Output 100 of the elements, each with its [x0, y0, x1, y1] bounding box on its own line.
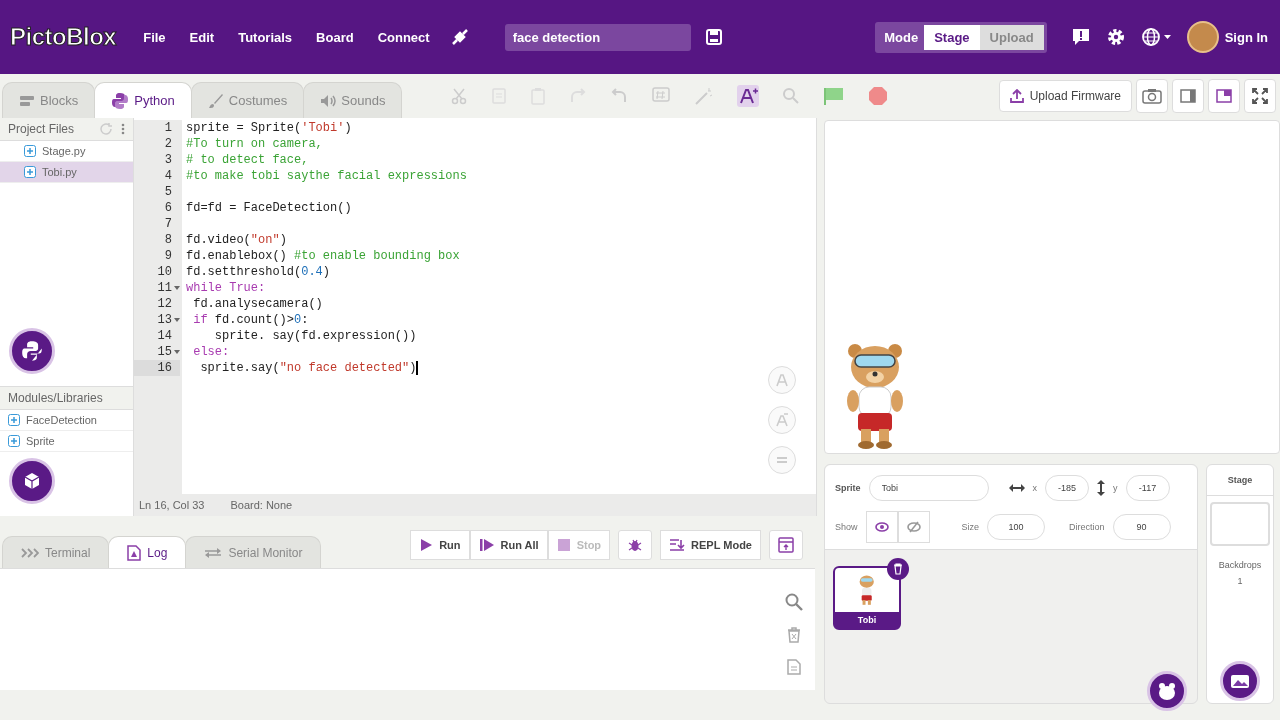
python-icon — [111, 91, 130, 110]
menu-item[interactable]: Tutorials — [233, 29, 298, 45]
font-smaller-icon — [775, 413, 789, 427]
font-larger-icon — [775, 373, 789, 387]
module-icon — [8, 435, 20, 447]
module-icon — [8, 414, 20, 426]
modules-title: Modules/Libraries — [8, 391, 104, 405]
delete-button[interactable] — [887, 558, 909, 580]
code-line: fd=fd = FaceDetection() — [186, 201, 352, 215]
upload-firmware-button[interactable]: Upload Firmware — [998, 80, 1132, 112]
chevrons-icon — [21, 547, 39, 558]
line-number: 13 — [157, 313, 172, 327]
module-entry[interactable]: Sprite — [0, 431, 133, 452]
line-number: 12 — [157, 297, 172, 311]
menu-item[interactable]: File — [138, 29, 171, 45]
panel-icon — [778, 537, 794, 553]
python-icon — [21, 340, 43, 362]
code-line: sprite. say(fd.expression()) — [213, 329, 417, 343]
large-stage-button[interactable] — [1208, 79, 1240, 113]
font-size-icon[interactable] — [737, 85, 759, 107]
project-files-title: Project Files — [8, 122, 76, 136]
size-label: Size — [961, 522, 980, 532]
sprite-name: Tobi — [835, 612, 899, 628]
repl-mode-button[interactable]: REPL Mode — [660, 530, 761, 560]
extension-button[interactable] — [9, 458, 55, 504]
sign-in-button[interactable]: Sign In — [1224, 29, 1268, 45]
line-number: 9 — [164, 249, 172, 263]
direction-label: Direction — [1069, 522, 1105, 532]
backdrop-thumbnail[interactable] — [1210, 502, 1270, 546]
cube-icon — [22, 471, 42, 491]
code-line: fd.video("on") — [186, 233, 287, 247]
trash-icon — [893, 563, 903, 575]
trash-icon[interactable] — [787, 627, 801, 643]
line-number: 10 — [157, 265, 172, 279]
app-logo[interactable]: PictoBlox — [10, 23, 117, 51]
panel-toggle-button[interactable] — [769, 530, 803, 560]
direction-field[interactable]: 90 — [1112, 514, 1171, 540]
sprite-thumbnail[interactable]: Tobi — [833, 566, 901, 630]
play-all-icon — [478, 538, 495, 552]
show-button[interactable] — [865, 511, 898, 543]
debug-button[interactable] — [618, 530, 653, 560]
bug-icon — [628, 538, 643, 552]
line-number: 16 — [157, 361, 172, 375]
console-tab[interactable]: Log — [108, 536, 187, 568]
line-number: 7 — [164, 217, 172, 231]
line-number: 5 — [164, 185, 172, 199]
add-backdrop-button[interactable] — [1220, 661, 1260, 701]
python-add-button[interactable] — [9, 328, 55, 374]
large-stage-icon — [1216, 89, 1232, 103]
project-name-field[interactable]: face detection — [504, 23, 691, 51]
save-icon[interactable] — [704, 28, 723, 46]
hide-button[interactable] — [897, 511, 930, 543]
board-status: Board: None — [230, 499, 293, 511]
module-entry[interactable]: FaceDetection — [0, 410, 133, 431]
line-number: 8 — [164, 233, 172, 247]
cursor-position: Ln 16, Col 33 — [139, 499, 205, 511]
camera-icon — [1142, 88, 1162, 104]
x-field[interactable]: -185 — [1045, 475, 1089, 501]
document-icon[interactable] — [787, 659, 801, 675]
avatar[interactable] — [1186, 21, 1219, 53]
script-icon — [24, 166, 36, 178]
size-field[interactable]: 100 — [987, 514, 1046, 540]
eye-slash-icon — [906, 521, 921, 533]
editor-tab[interactable]: Python — [94, 82, 192, 118]
fold-arrow-icon[interactable] — [174, 350, 180, 354]
menu-item[interactable]: Board — [311, 29, 359, 45]
equals-icon — [775, 455, 789, 465]
mode-toggle[interactable]: Stage — [924, 24, 980, 50]
script-icon — [24, 145, 36, 157]
sprite-name-field[interactable]: Tobi — [868, 475, 989, 501]
fullscreen-button[interactable] — [1244, 79, 1276, 113]
code-line: fd.setthreshold(0.4) — [186, 265, 331, 279]
run-control-button[interactable]: Run All — [469, 530, 548, 560]
stop-sign-icon[interactable] — [868, 86, 888, 106]
language-icon[interactable] — [1140, 27, 1173, 47]
code-line: #to make tobi saythe facial expressions — [186, 169, 467, 183]
stop-icon — [556, 538, 571, 552]
code-line: # to detect face, — [186, 153, 309, 167]
more-icon[interactable] — [121, 123, 125, 135]
y-field[interactable]: -117 — [1125, 475, 1170, 501]
project-script-entry[interactable]: Tobi.py — [0, 162, 133, 183]
mode-label: Mode — [883, 29, 920, 45]
add-sprite-button[interactable] — [1147, 671, 1187, 711]
horizontal-arrow-icon — [1008, 484, 1025, 492]
camera-button[interactable] — [1136, 79, 1168, 113]
menu-item[interactable]: Connect — [372, 29, 435, 45]
code-line: else: — [192, 345, 230, 359]
fullscreen-icon — [1252, 88, 1268, 104]
line-number: 11 — [157, 281, 172, 295]
search-icon[interactable] — [785, 593, 803, 611]
small-stage-button[interactable] — [1172, 79, 1204, 113]
brush-icon — [207, 92, 224, 109]
fold-arrow-icon[interactable] — [174, 286, 180, 290]
fold-arrow-icon[interactable] — [174, 318, 180, 322]
bear-head-icon — [1156, 681, 1178, 701]
feedback-icon[interactable] — [1070, 27, 1091, 47]
code-editor[interactable] — [134, 118, 816, 494]
menu-item[interactable]: Edit — [184, 29, 220, 45]
line-number: 15 — [157, 345, 172, 359]
run-control-button[interactable]: Run — [410, 530, 470, 560]
